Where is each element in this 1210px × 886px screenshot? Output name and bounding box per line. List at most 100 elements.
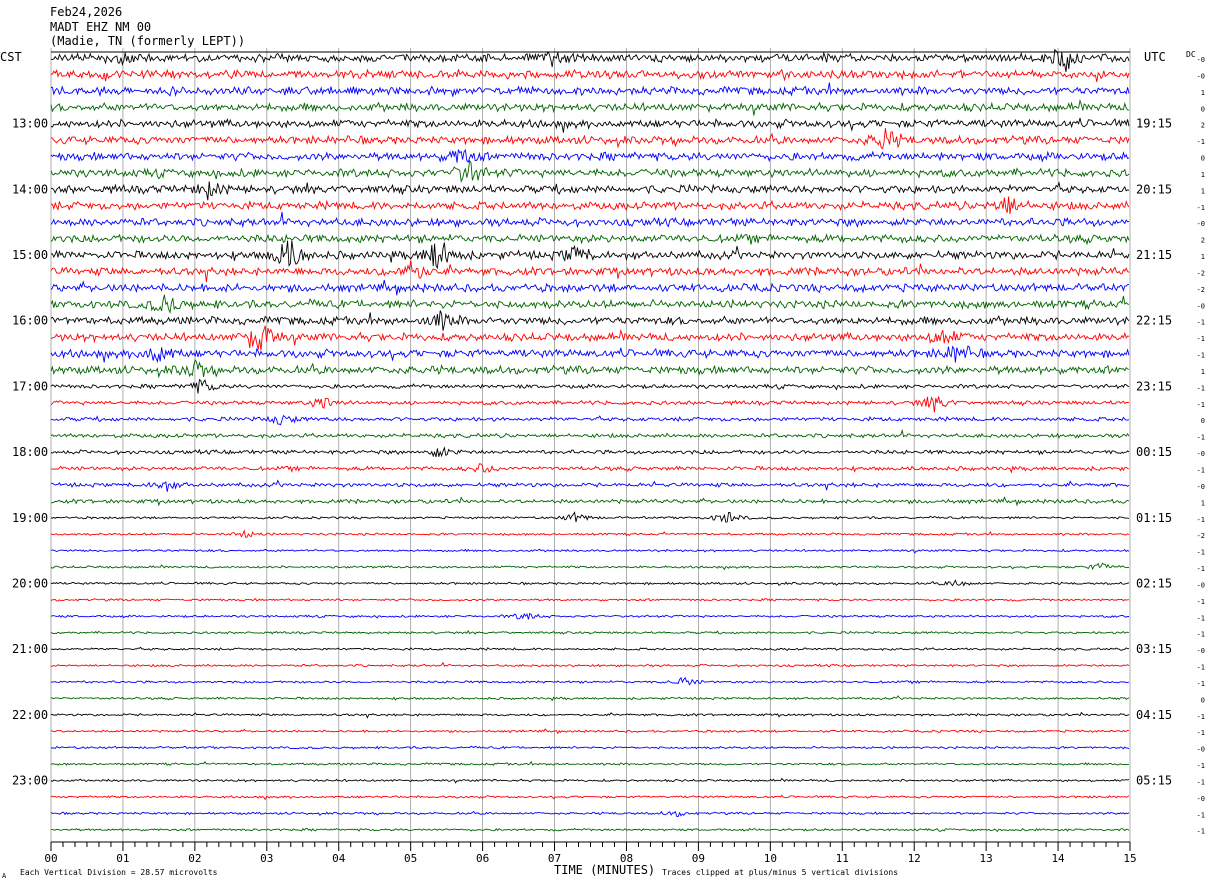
dc-offset-value: -0 <box>1197 581 1205 589</box>
right-hour-label: 01:15 <box>1136 511 1172 525</box>
time-axis: 00 01 02 03 04 05 06 07 08 09 10 11 12 13 14 15 <box>44 841 1137 865</box>
dc-offset-value: -1 <box>1197 762 1205 770</box>
trace-27 <box>50 496 1130 507</box>
dc-offset-value: 0 <box>1201 417 1205 425</box>
x-tick-label: 03 <box>260 852 273 865</box>
corner-mark: A <box>2 872 7 880</box>
trace-39 <box>50 695 1130 702</box>
right-hour-label: 03:15 <box>1136 642 1172 656</box>
right-timezone-label: UTC <box>1144 50 1166 64</box>
trace-30 <box>50 548 1130 554</box>
trace-15 <box>50 294 1130 315</box>
trace-3 <box>50 98 1130 116</box>
trace-44 <box>50 777 1130 784</box>
dc-offset-value: -1 <box>1197 138 1205 146</box>
trace-35 <box>50 629 1130 635</box>
x-tick-label: 05 <box>404 852 417 865</box>
trace-36 <box>50 646 1130 651</box>
dc-offset-value: -0 <box>1197 56 1205 64</box>
trace-19 <box>50 359 1130 379</box>
x-tick-label: 06 <box>476 852 489 865</box>
trace-38 <box>50 676 1130 686</box>
dc-offset-value: -0 <box>1197 483 1205 491</box>
trace-22 <box>50 414 1130 426</box>
dc-offset-value: -1 <box>1197 598 1205 606</box>
footer-scale-note: Each Vertical Division = 28.57 microvolt… <box>20 868 218 877</box>
trace-37 <box>50 661 1130 668</box>
left-hour-label: 22:00 <box>12 708 48 722</box>
trace-17 <box>50 325 1130 351</box>
dc-offset-value: -1 <box>1197 434 1205 442</box>
x-tick-label: 01 <box>116 852 129 865</box>
trace-12 <box>50 240 1130 270</box>
right-hour-label: 02:15 <box>1136 576 1172 590</box>
dc-offset-value: -0 <box>1197 795 1205 803</box>
trace-10 <box>50 211 1130 229</box>
dc-offset-value: -2 <box>1197 269 1205 277</box>
footer-clip-note: Traces clipped at plus/minus 5 vertical … <box>662 868 898 877</box>
trace-20 <box>50 378 1130 394</box>
trace-34 <box>50 612 1130 620</box>
left-hour-label: 19:00 <box>12 511 48 525</box>
dc-offset-value: -1 <box>1197 319 1205 327</box>
trace-46 <box>50 810 1130 818</box>
trace-28 <box>50 511 1130 523</box>
trace-8 <box>51 181 1130 201</box>
left-hour-label: 18:00 <box>12 445 48 459</box>
dc-offset-value: -1 <box>1197 614 1205 622</box>
trace-43 <box>50 760 1130 766</box>
dc-offset-column: -0 -0 1 0 2 -1 0 1 1 -1 -0 2 1 -2 -2 -0 -1 -1 -1 1 -1 -1 0 -1 -0… <box>1197 56 1205 836</box>
left-hour-label: 16:00 <box>12 314 48 328</box>
trace-26 <box>51 479 1130 492</box>
dc-offset-value: 1 <box>1201 171 1205 179</box>
x-tick-label: 10 <box>764 852 777 865</box>
dc-offset-value: 1 <box>1201 253 1205 261</box>
dc-offset-value: -1 <box>1197 811 1205 819</box>
trace-7 <box>50 159 1130 183</box>
dc-offset-value: -1 <box>1197 352 1205 360</box>
trace-23 <box>50 428 1130 439</box>
trace-25 <box>50 463 1130 474</box>
x-tick-label: 11 <box>836 852 849 865</box>
left-timezone-label: CST <box>0 50 22 64</box>
dc-offset-value: 0 <box>1201 155 1205 163</box>
x-tick-label: 09 <box>692 852 705 865</box>
dc-offset-value: -1 <box>1197 401 1205 409</box>
dc-offset-value: 1 <box>1201 187 1205 195</box>
dc-offset-value: -1 <box>1197 516 1205 524</box>
left-hour-label: 23:00 <box>12 773 48 787</box>
trace-13 <box>50 260 1130 282</box>
dc-offset-value: -0 <box>1197 72 1205 80</box>
dc-offset-value: -1 <box>1197 565 1205 573</box>
trace-45 <box>50 794 1130 801</box>
dc-header: DC <box>1186 50 1196 59</box>
trace-40 <box>50 711 1130 719</box>
right-hour-label: 21:15 <box>1136 248 1172 262</box>
dc-offset-value: -1 <box>1197 549 1205 557</box>
dc-offset-value: -1 <box>1197 778 1205 786</box>
trace-1 <box>50 68 1130 82</box>
x-tick-label: 14 <box>1051 852 1065 865</box>
trace-21 <box>50 396 1130 413</box>
trace-group <box>50 48 1130 833</box>
x-axis-title: TIME (MINUTES) <box>554 863 655 877</box>
trace-33 <box>50 597 1130 602</box>
right-hour-label: 00:15 <box>1136 445 1172 459</box>
dc-offset-value: -2 <box>1197 532 1205 540</box>
dc-offset-value: -1 <box>1197 384 1205 392</box>
dc-offset-value: -1 <box>1197 467 1205 475</box>
dc-offset-value: -1 <box>1197 204 1205 212</box>
x-tick-label: 13 <box>980 852 993 865</box>
x-tick-label: 04 <box>332 852 346 865</box>
dc-offset-value: 0 <box>1201 696 1205 704</box>
dc-offset-value: -1 <box>1197 631 1205 639</box>
dc-offset-value: -0 <box>1197 220 1205 228</box>
trace-11 <box>50 233 1130 246</box>
dc-offset-value: 2 <box>1201 237 1205 245</box>
trace-2 <box>50 82 1130 98</box>
trace-14 <box>50 279 1129 296</box>
right-hour-label: 22:15 <box>1136 314 1172 328</box>
dc-offset-value: 1 <box>1201 89 1205 97</box>
trace-32 <box>50 579 1130 587</box>
dc-offset-value: 2 <box>1201 122 1205 130</box>
